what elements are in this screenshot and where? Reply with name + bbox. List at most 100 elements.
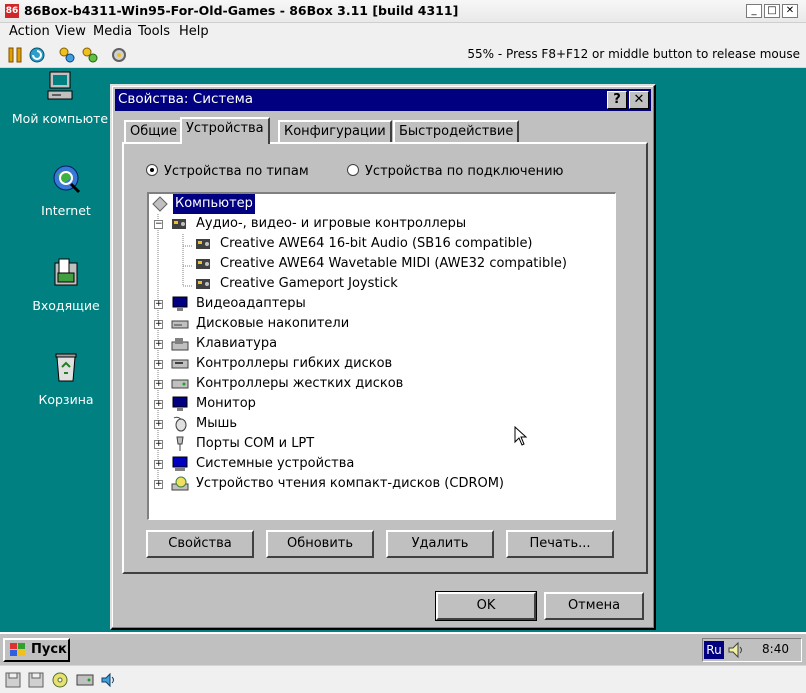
desktop-icon-my-computer[interactable]: Мой компьюте [5,70,115,126]
tree-item-cdrom[interactable]: + Устройство чтения компакт-дисков (CDRO… [149,474,589,494]
expand-toggle[interactable]: + [154,460,163,469]
port-icon [176,436,184,451]
tree-item-awe64-midi[interactable]: Creative AWE64 Wavetable MIDI (AWE32 com… [149,254,589,274]
recycle-bin-icon [55,353,77,382]
desktop-icon-label: Входящие [32,298,100,313]
tab-devices[interactable]: Устройства [180,117,270,144]
collapse-toggle[interactable]: − [154,220,163,229]
refresh-button[interactable]: Обновить [266,530,374,558]
system-tray: Ru 8:40 [702,638,802,662]
menu-action[interactable]: Action [9,24,50,39]
ctrl-alt-esc-icon[interactable] [81,46,99,64]
tree-item-monitor[interactable]: + Монитор [149,394,589,414]
minimize-button[interactable]: _ [746,4,762,18]
expand-toggle[interactable]: + [154,340,163,349]
cancel-button[interactable]: Отмена [544,592,644,620]
tree-item-gameport[interactable]: Creative Gameport Joystick [149,274,589,294]
radio-dot [347,164,359,176]
radio-by-type[interactable]: Устройства по типам [146,164,309,182]
tree-item-label: Монитор [196,396,256,411]
floppy-a-icon[interactable] [5,672,21,688]
settings-gear-icon[interactable] [110,46,128,64]
expand-toggle[interactable]: + [154,380,163,389]
expand-toggle[interactable]: + [154,400,163,409]
print-button[interactable]: Печать... [506,530,614,558]
floppy-b-icon[interactable] [28,672,44,688]
expand-toggle[interactable]: + [154,320,163,329]
tree-item-label: Creative AWE64 16-bit Audio (SB16 compat… [220,236,533,251]
expand-toggle[interactable]: + [154,440,163,449]
tree-item-label: Системные устройства [196,456,355,471]
my-computer-icon [47,71,73,100]
tree-item-label: Устройство чтения компакт-дисков (CDROM) [196,476,505,491]
start-label: Пуск [31,642,67,657]
desktop-icon-inbox[interactable]: Входящие [11,257,121,313]
tree-item-label: Дисковые накопители [196,316,350,331]
cdrom-drive-icon[interactable] [52,672,68,688]
hard-disk-icon[interactable] [76,672,94,688]
desktop-icon-internet[interactable]: Internet [11,162,121,218]
help-button[interactable]: ? [607,91,627,109]
host-menubar: Action View Media Tools Help [0,23,806,42]
tree-item-floppy-controllers[interactable]: + Контроллеры гибких дисков [149,354,589,374]
expand-toggle[interactable]: + [154,300,163,309]
tab-hardware-profiles[interactable]: Конфигурации [278,120,392,142]
device-tree[interactable]: Компьютер − Аудио-, видео- и игровые кон… [147,192,616,520]
inbox-icon [54,258,78,286]
start-button[interactable]: Пуск [3,638,70,662]
remove-button[interactable]: Удалить [386,530,494,558]
tab-general[interactable]: Общие [124,120,183,142]
tree-item-disk-drives[interactable]: + Дисковые накопители [149,314,589,334]
mouse-cursor-icon [514,426,528,446]
tree-item-awe64-audio[interactable]: Creative AWE64 16-bit Audio (SB16 compat… [149,234,589,254]
close-button[interactable]: ✕ [782,4,798,18]
monitor-icon [172,396,188,411]
tree-item-label: Мышь [196,416,238,431]
radio-by-connection[interactable]: Устройства по подключению [347,164,563,182]
tree-item-keyboard[interactable]: + Клавиатура [149,334,589,354]
host-status-text: 55% - Press F8+F12 or middle button to r… [467,47,800,61]
properties-button[interactable]: Свойства [146,530,254,558]
expand-toggle[interactable]: + [154,480,163,489]
radio-by-type-label: Устройства по типам [164,164,309,179]
emulated-desktop[interactable]: Мой компьюте Internet Входящие Корзина С… [0,68,806,665]
host-titlebar: 86 86Box-b4311-Win95-For-Old-Games - 86B… [0,0,806,23]
volume-icon[interactable] [727,641,745,659]
desktop-icon-recycle-bin[interactable]: Корзина [11,351,121,407]
menu-media[interactable]: Media [93,24,132,39]
dialog-close-button[interactable]: ✕ [629,91,649,109]
ok-button[interactable]: OK [435,591,537,621]
tree-item-label: Клавиатура [196,336,278,351]
sound-card-icon [196,239,210,249]
host-statusbar [0,665,806,693]
desktop-icon-label: Корзина [38,392,94,407]
dialog-title: Свойства: Система [118,91,254,107]
radio-selected-dot [146,164,158,176]
pause-icon[interactable] [6,46,24,64]
tree-item-label: Контроллеры гибких дисков [196,356,393,371]
mouse-icon [173,416,187,432]
tree-item-av-controllers[interactable]: − Аудио-, видео- и игровые контроллеры [149,214,589,234]
language-indicator[interactable]: Ru [704,641,724,659]
tab-performance[interactable]: Быстродействие [393,120,520,142]
tree-item-hdd-controllers[interactable]: + Контроллеры жестких дисков [149,374,589,394]
menu-view[interactable]: View [55,24,86,39]
tree-item-system-devices[interactable]: + Системные устройства [149,454,589,474]
expand-toggle[interactable]: + [154,420,163,429]
reset-icon[interactable] [28,46,46,64]
disk-drive-icon [171,320,189,329]
menu-help[interactable]: Help [179,24,209,39]
expand-toggle[interactable]: + [154,360,163,369]
tree-item-label: Порты COM и LPT [196,436,315,451]
maximize-button[interactable]: □ [764,4,780,18]
menu-tools[interactable]: Tools [138,24,170,39]
taskbar: Пуск Ru 8:40 [0,632,806,665]
host-window-title: 86Box-b4311-Win95-For-Old-Games - 86Box … [24,3,459,18]
dialog-titlebar[interactable]: Свойства: Система ? ✕ [115,89,651,111]
86box-app-icon: 86 [5,4,19,18]
sound-icon[interactable] [100,672,118,688]
sound-card-icon [196,279,210,289]
tree-item-computer[interactable]: Компьютер [151,194,271,215]
ctrl-alt-del-icon[interactable] [58,46,76,64]
tree-item-display-adapters[interactable]: + Видеоадаптеры [149,294,589,314]
